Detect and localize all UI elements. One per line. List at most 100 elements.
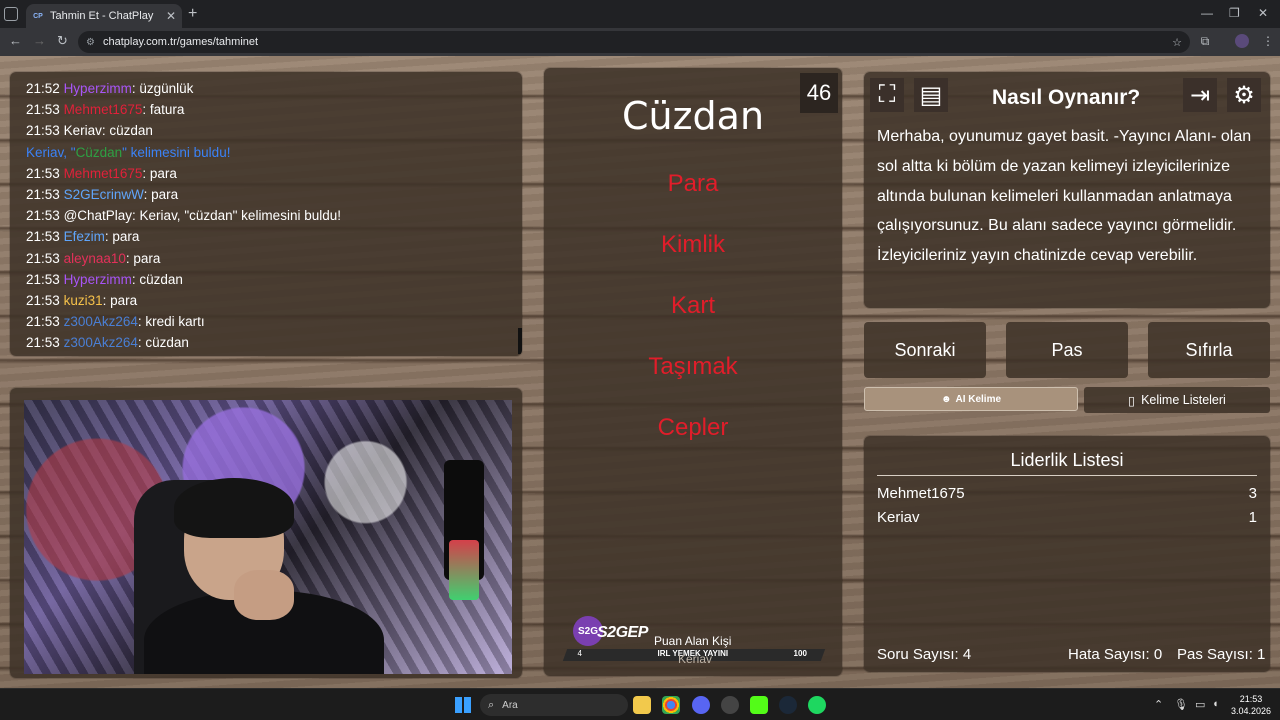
taskbar-date: 3.04.2026 [1230,706,1272,716]
steam-icon[interactable] [779,696,797,714]
volume-icon[interactable]: ◖ [1212,698,1219,710]
taboo-word: Cepler [657,414,729,441]
profile-avatar[interactable] [1235,34,1249,48]
word-lists-label: Kelime Listeleri [1141,393,1226,407]
tab-actions-icon[interactable] [4,7,18,21]
chat-username[interactable]: Efezim [64,229,105,244]
chat-text: : kredi kartı [137,314,205,330]
leaderboard-title: Liderlik Listesi [877,450,1257,476]
chat-username[interactable]: S2GEcrinwW [64,187,144,202]
browser-tab[interactable]: CP Tahmin Et - ChatPlay ✕ [26,4,182,28]
chatplay-favicon-icon: CP [33,12,43,20]
chat-username[interactable]: Hyperzimm [64,81,132,96]
windows-taskbar: ⌕ Ara ⌃ 🎙 ▭ ◖ 21:53 3.04.2026 [0,688,1280,720]
discord-icon[interactable] [692,696,710,714]
leaderboard-name: Mehmet1675 [877,485,965,502]
chat-username[interactable]: Mehmet1675 [64,166,143,181]
ai-word-button[interactable]: ☻ AI Kelime [864,387,1078,411]
chat-message: 21:53 Efezim: para [26,226,506,247]
site-info-icon[interactable]: ⚙ [86,37,95,48]
tray-chevron-icon[interactable]: ⌃ [1154,698,1163,711]
windows-start-icon[interactable] [455,697,471,713]
obs-icon[interactable] [721,696,739,714]
notes-icon[interactable]: ▤ [914,78,948,112]
chat-text: : üzgünlük [131,81,194,96]
kick-icon[interactable] [750,696,768,714]
settings-gear-icon[interactable]: ⚙ [1227,78,1261,112]
chat-username[interactable]: z300Akz264 [64,314,138,329]
new-tab-button[interactable]: + [188,5,197,23]
chat-message-list: 21:52 Hyperzimm: üzgünlük 21:53 Mehmet167… [26,78,506,354]
chat-message: 21:53 z300Akz264: cüzdan [26,332,506,353]
chat-scrollbar[interactable] [518,328,522,354]
how-to-text: Merhaba, oyunumuz gayet basit. -Yayıncı … [877,128,1252,265]
browser-menu-icon[interactable]: ⋮ [1261,34,1275,48]
chat-message: 21:53 S2GEcrinwW: para [26,184,506,205]
pass-count-stat: Pas Sayısı: 1 [1177,646,1265,663]
maximize-button[interactable]: ❐ [1229,6,1240,20]
question-count-label: Soru Sayısı: [877,646,959,663]
chat-username[interactable]: Mehmet1675 [64,102,143,117]
question-count-stat: Soru Sayısı: 4 [877,646,971,663]
chat-timestamp: 21:53 [26,314,60,330]
spotify-icon[interactable] [808,696,826,714]
chat-message: Keriav, "Cüzdan" kelimesini buldu! [26,142,506,163]
chat-timestamp: 21:53 [26,250,60,266]
network-icon[interactable]: ▭ [1195,698,1205,711]
chat-username[interactable]: Hyperzimm [64,272,132,287]
pass-button[interactable]: Pas [1006,322,1128,378]
chat-message: 21:53 @ChatPlay: Keriav, "cüzdan" kelime… [26,205,506,226]
chat-timestamp: 21:53 [26,293,60,309]
chat-username[interactable]: z300Akz264 [64,335,138,350]
chat-username[interactable]: @ChatPlay [64,208,132,223]
taskbar-search[interactable]: ⌕ Ara [480,694,628,716]
streamer-hand [234,570,294,620]
taskbar-clock[interactable]: 21:53 3.04.2026 [1228,693,1274,717]
taskbar-time: 21:53 [1239,694,1263,704]
chat-message: 21:53 Keriav: cüzdan [26,120,506,141]
how-to-title: Nasıl Oynanır? [992,86,1141,109]
leaderboard-score: 3 [1248,485,1257,502]
chat-username[interactable]: kuzi31 [64,293,103,308]
main-word: Cüzdan [621,94,765,138]
forward-icon[interactable]: → [33,33,46,48]
minimize-button[interactable]: — [1201,6,1213,20]
question-count-value: 4 [962,646,972,663]
chat-timestamp: 21:53 [26,102,60,118]
chat-timestamp: 21:53 [26,208,60,224]
score-label: Puan Alan Kişi [654,634,732,648]
chrome-icon[interactable] [662,696,680,714]
chat-message: 21:53 aleynaa10: para [26,248,506,269]
file-explorer-icon[interactable] [633,696,651,714]
taskbar-search-placeholder: Ara [502,699,518,711]
url-bar[interactable]: ⚙ chatplay.com.tr/games/tahminet ☆ [78,31,1190,53]
next-button[interactable]: Sonraki [864,322,986,378]
bookmark-star-icon[interactable]: ☆ [1172,36,1182,49]
brand-name: S2GEP [597,624,648,641]
chat-username[interactable]: aleynaa10 [64,251,126,266]
leaderboard-row: Keriav 1 [877,509,1257,526]
reset-button[interactable]: Sıfırla [1148,322,1270,378]
error-count-label: Hata Sayısı: [1068,646,1150,663]
chat-username[interactable]: Keriav [64,123,102,138]
microphone-icon[interactable]: 🎙 [1174,698,1188,711]
browser-tab-bar: CP Tahmin Et - ChatPlay ✕ + — ❐ ✕ [0,0,1280,28]
taboo-word: Kimlik [661,231,725,258]
taboo-word: Taşımak [648,353,738,380]
word-lists-button[interactable]: ▯ Kelime Listeleri [1084,387,1270,413]
back-icon[interactable]: ← [9,33,22,48]
logout-icon[interactable]: ⇥ [1183,78,1217,112]
brand-strip-right: 100 [793,649,807,658]
chat-text: : para [143,187,179,203]
score-player: Keriav [678,652,713,666]
extensions-icon[interactable]: ⧉ [1198,34,1212,48]
leaderboard-score: 1 [1248,509,1257,526]
reload-icon[interactable]: ↻ [57,33,68,49]
tab-close-icon[interactable]: ✕ [166,9,176,23]
found-message-part: " kelimesini buldu! [122,144,231,160]
chat-text: : para [104,229,140,245]
pass-count-label: Pas Sayısı: [1177,646,1253,663]
fullscreen-icon[interactable]: ⛶ [870,78,904,112]
close-window-button[interactable]: ✕ [1258,6,1268,20]
chat-timestamp: 21:52 [26,81,60,96]
